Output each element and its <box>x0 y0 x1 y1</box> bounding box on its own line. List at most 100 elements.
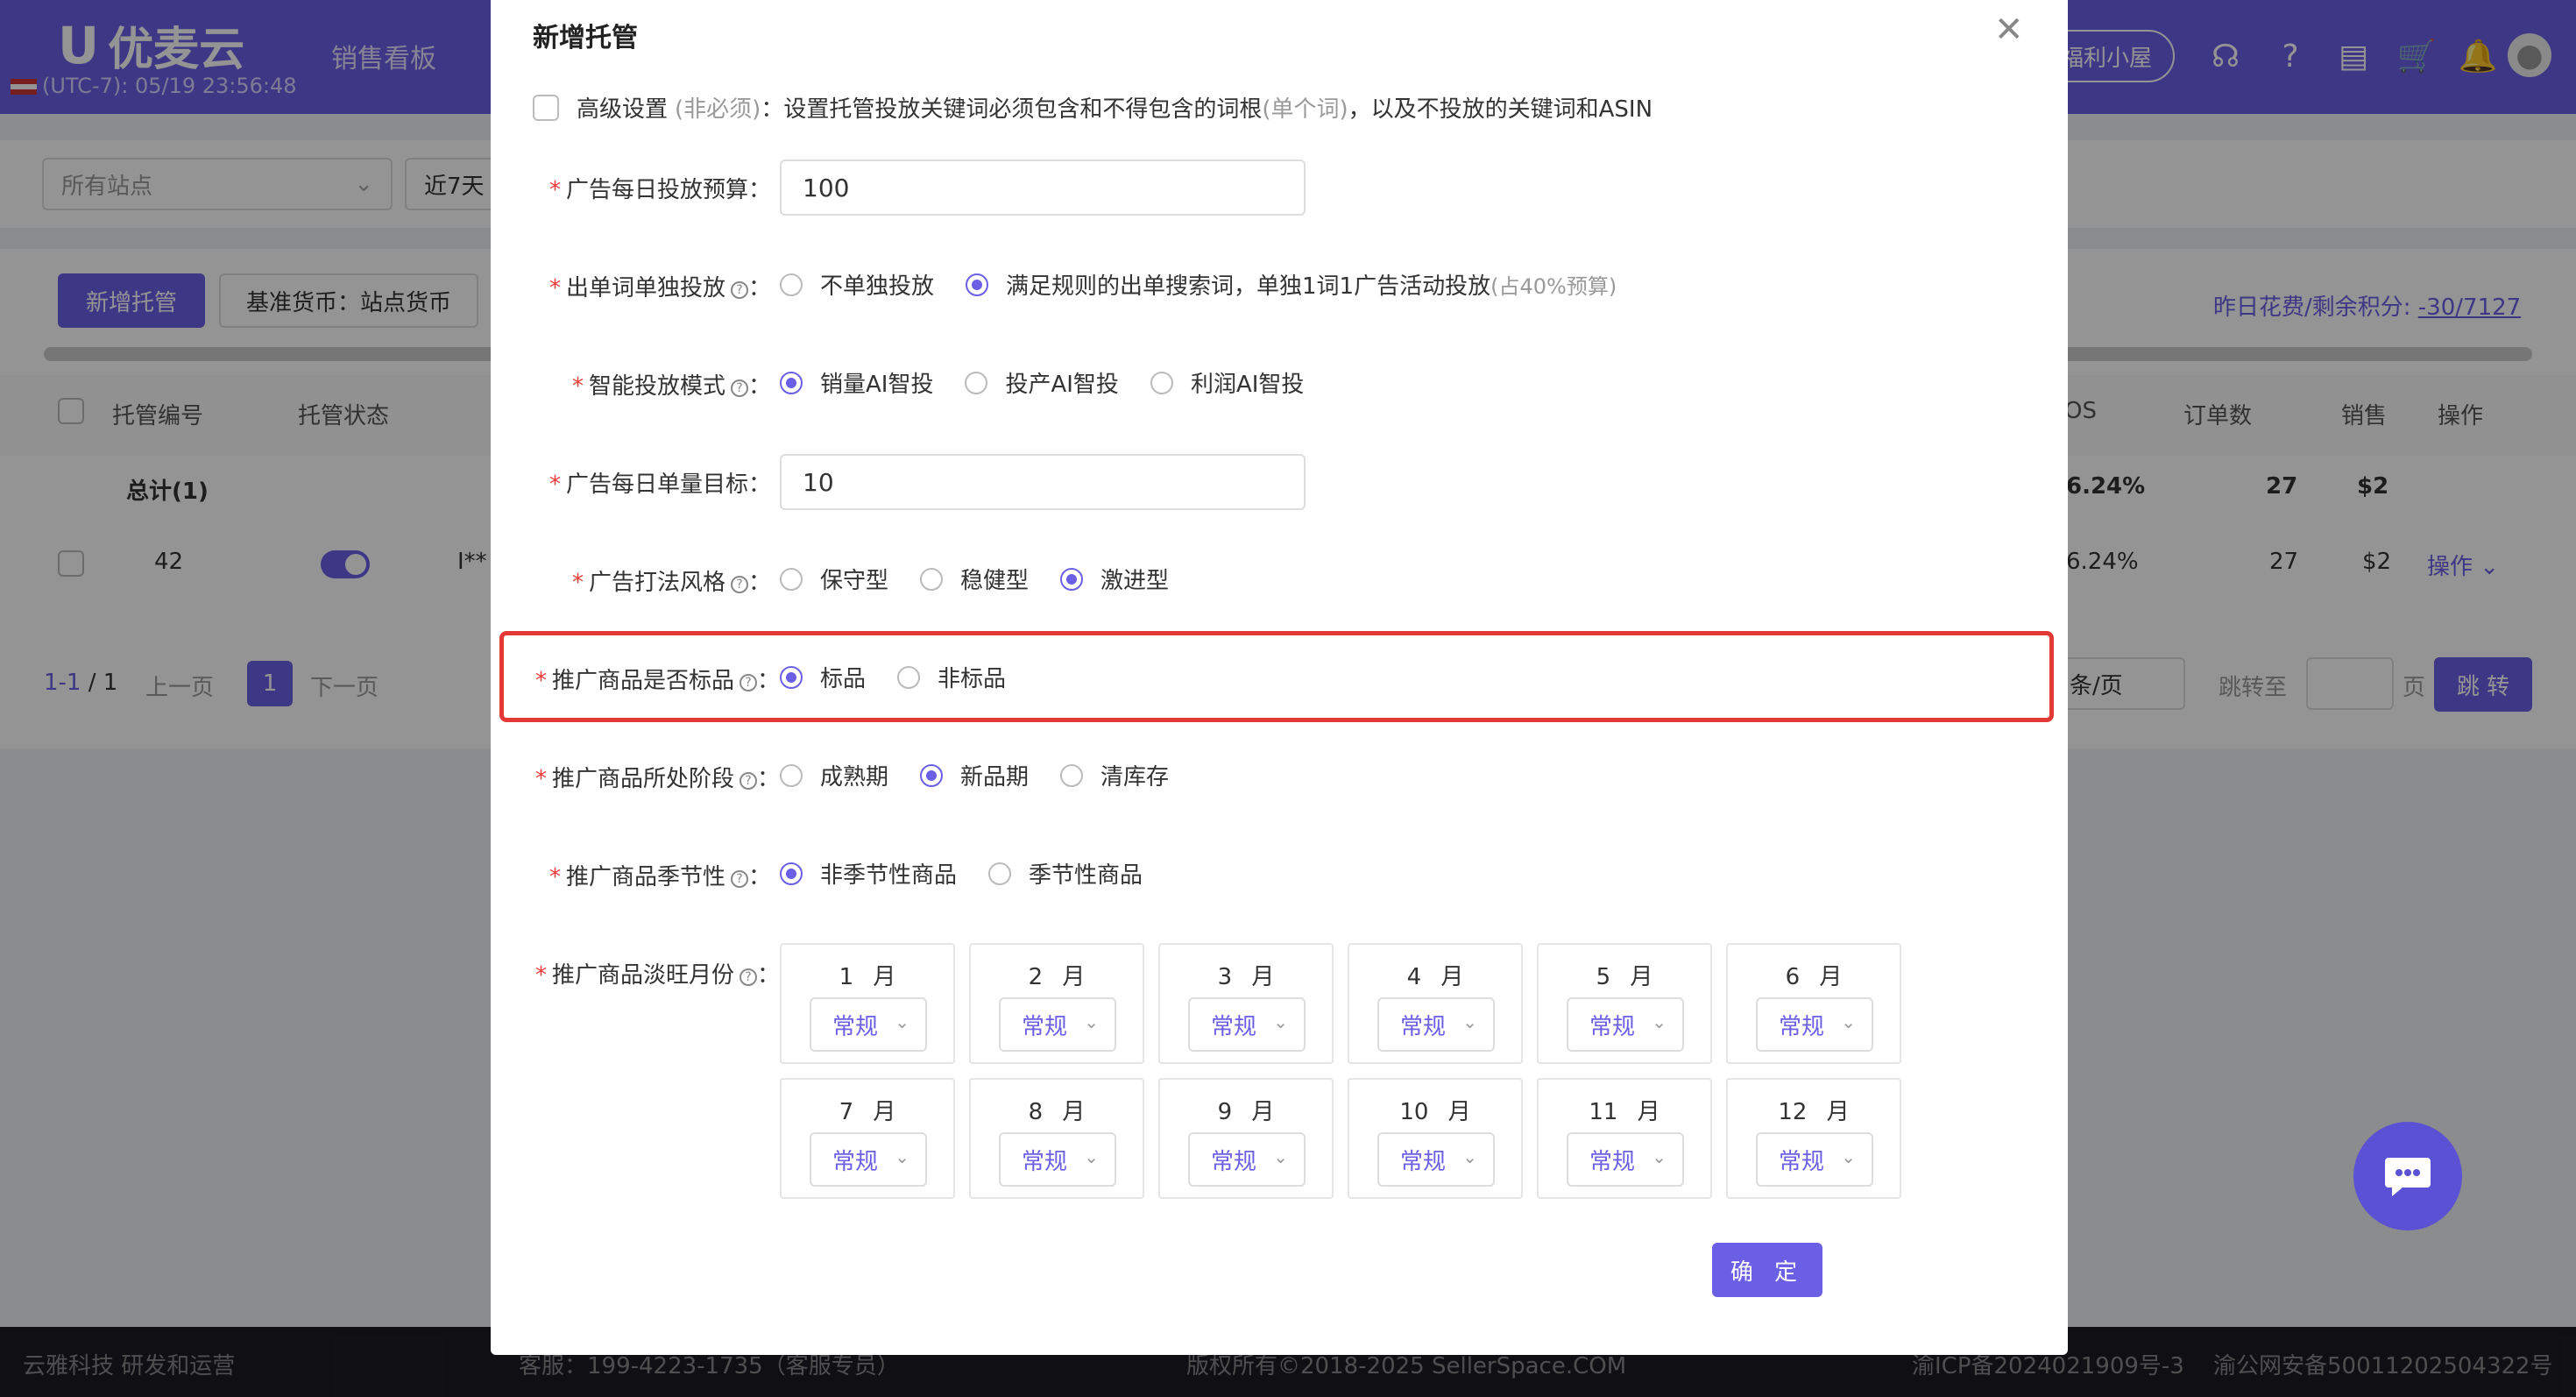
radio-icon <box>780 273 803 296</box>
month-select-value: 常规 <box>1211 1148 1257 1175</box>
help-icon[interactable]: ? <box>730 379 748 397</box>
month-select[interactable]: 常规 ⌄ <box>999 997 1116 1052</box>
month-select[interactable]: 常规 ⌄ <box>810 997 927 1052</box>
single-launch-note: (占40%预算) <box>1490 274 1617 299</box>
month-select[interactable]: 常规 ⌄ <box>1567 997 1684 1052</box>
single-launch-option-1[interactable]: 满足规则的出单搜索词，单独1词1广告活动投放 (占40%预算) <box>966 268 1617 301</box>
months-label: * 推广商品淡旺月份?： <box>534 962 780 989</box>
highlight-box <box>499 631 2054 722</box>
month-select[interactable]: 常规 ⌄ <box>1188 997 1306 1052</box>
month-cell: 5 月常规 ⌄ <box>1537 943 1712 1064</box>
help-icon[interactable]: ? <box>730 870 748 888</box>
budget-label: * 广告每日投放预算： <box>548 177 771 203</box>
daily-orders-label: * 广告每日单量目标： <box>548 472 771 498</box>
stage-group: 成熟期 新品期 清库存 <box>780 759 1200 791</box>
month-label: 12 月 <box>1778 1099 1850 1125</box>
radio-icon <box>965 371 988 394</box>
month-select[interactable]: 常规 ⌄ <box>1377 997 1495 1052</box>
month-select[interactable]: 常规 ⌄ <box>1188 1132 1306 1187</box>
month-cell: 7 月常规 ⌄ <box>780 1078 955 1199</box>
daily-orders-input[interactable]: 10 <box>780 454 1306 510</box>
chevron-down-icon: ⌄ <box>1652 1146 1667 1167</box>
month-select[interactable]: 常规 ⌄ <box>1377 1132 1495 1187</box>
month-select-value: 常规 <box>1400 1148 1447 1175</box>
month-cell: 9 月常规 ⌄ <box>1158 1078 1334 1199</box>
radio-icon <box>780 763 803 787</box>
month-cell: 11 月常规 ⌄ <box>1537 1078 1712 1199</box>
month-label: 2 月 <box>1028 964 1086 990</box>
month-select-value: 常规 <box>1589 1148 1636 1175</box>
month-label: 7 月 <box>839 1099 896 1125</box>
season-option-1[interactable]: 季节性商品 <box>988 857 1143 890</box>
close-icon[interactable]: ✕ <box>1994 12 2024 47</box>
chevron-down-icon: ⌄ <box>895 1011 909 1032</box>
season-option-0[interactable]: 非季节性商品 <box>780 857 957 890</box>
ai-mode-option-0[interactable]: 销量AI智投 <box>780 366 933 399</box>
radio-icon <box>988 862 1012 885</box>
month-label: 3 月 <box>1217 964 1275 990</box>
advanced-desc2: ，以及不投放的关键词和ASIN <box>1348 96 1653 123</box>
ai-mode-label: * 智能投放模式?： <box>571 373 771 400</box>
style-option-1[interactable]: 稳健型 <box>920 563 1029 595</box>
single-launch-label: * 出单词单独投放?： <box>548 275 771 301</box>
month-select-value: 常规 <box>1779 1148 1825 1175</box>
season-label: * 推广商品季节性?： <box>548 864 771 890</box>
stage-option-2[interactable]: 清库存 <box>1060 759 1169 791</box>
chevron-down-icon: ⌄ <box>1841 1146 1856 1167</box>
month-cell: 12 月常规 ⌄ <box>1726 1078 1901 1199</box>
radio-icon <box>920 567 944 591</box>
style-option-2[interactable]: 激进型 <box>1060 563 1169 595</box>
chevron-down-icon: ⌄ <box>1462 1146 1477 1167</box>
month-cell: 1 月常规 ⌄ <box>780 943 955 1064</box>
month-select[interactable]: 常规 ⌄ <box>810 1132 927 1187</box>
single-launch-option-0[interactable]: 不单独投放 <box>780 268 934 301</box>
months-grid: 1 月常规 ⌄ 2 月常规 ⌄ 3 月常规 ⌄ 4 月常规 ⌄ 5 月常规 ⌄ 6 月常规 ⌄ 7 月常… <box>780 943 1901 1201</box>
month-label: 10 月 <box>1399 1099 1471 1125</box>
radio-checked-icon <box>780 862 803 885</box>
month-select[interactable]: 常规 ⌄ <box>999 1132 1116 1187</box>
season-group: 非季节性商品 季节性商品 <box>780 857 1174 890</box>
advanced-label: 高级设置 <box>577 96 669 123</box>
chevron-down-icon: ⌄ <box>1084 1011 1099 1032</box>
chat-button[interactable] <box>2353 1122 2462 1230</box>
ai-mode-option-2[interactable]: 利润AI智投 <box>1150 366 1304 399</box>
modal-title: 新增托管 <box>533 23 638 53</box>
month-cell: 8 月常规 ⌄ <box>969 1078 1144 1199</box>
style-label: * 广告打法风格?： <box>571 570 771 596</box>
month-label: 1 月 <box>839 964 896 990</box>
style-group: 保守型 稳健型 激进型 <box>780 563 1200 595</box>
help-icon[interactable]: ? <box>730 281 748 299</box>
stage-option-1[interactable]: 新品期 <box>920 759 1029 791</box>
ai-mode-option-1[interactable]: 投产AI智投 <box>965 366 1119 399</box>
radio-checked-icon <box>780 371 803 394</box>
chat-bubble-icon <box>2385 1158 2431 1196</box>
help-icon[interactable]: ? <box>739 968 757 986</box>
month-label: 4 月 <box>1406 964 1464 990</box>
radio-checked-icon <box>920 763 944 787</box>
month-cell: 10 月常规 ⌄ <box>1348 1078 1523 1199</box>
single-launch-group: 不单独投放 满足规则的出单搜索词，单独1词1广告活动投放 (占40%预算) <box>780 268 1648 301</box>
month-select[interactable]: 常规 ⌄ <box>1756 1132 1873 1187</box>
stage-option-0[interactable]: 成熟期 <box>780 759 888 791</box>
style-option-0[interactable]: 保守型 <box>780 563 888 595</box>
month-label: 6 月 <box>1785 964 1843 990</box>
chevron-down-icon: ⌄ <box>1652 1011 1667 1032</box>
radio-icon <box>1150 371 1173 394</box>
help-icon[interactable]: ? <box>730 576 748 593</box>
advanced-desc: ：设置托管投放关键词必须包含和不得包含的词根 <box>761 96 1263 123</box>
confirm-button[interactable]: 确 定 <box>1712 1243 1822 1297</box>
month-label: 5 月 <box>1596 964 1653 990</box>
month-select[interactable]: 常规 ⌄ <box>1567 1132 1684 1187</box>
radio-checked-icon <box>966 273 989 296</box>
advanced-optional: (非必须) <box>675 96 761 123</box>
budget-input[interactable]: 100 <box>780 160 1306 216</box>
month-label: 11 月 <box>1589 1099 1660 1125</box>
chevron-down-icon: ⌄ <box>1084 1146 1099 1167</box>
help-icon[interactable]: ? <box>739 772 757 790</box>
month-select-value: 常规 <box>1589 1013 1636 1040</box>
advanced-checkbox[interactable] <box>533 94 559 121</box>
month-select[interactable]: 常规 ⌄ <box>1756 997 1873 1052</box>
radio-checked-icon <box>1060 567 1084 591</box>
month-select-value: 常规 <box>832 1013 879 1040</box>
radio-icon <box>780 567 803 591</box>
